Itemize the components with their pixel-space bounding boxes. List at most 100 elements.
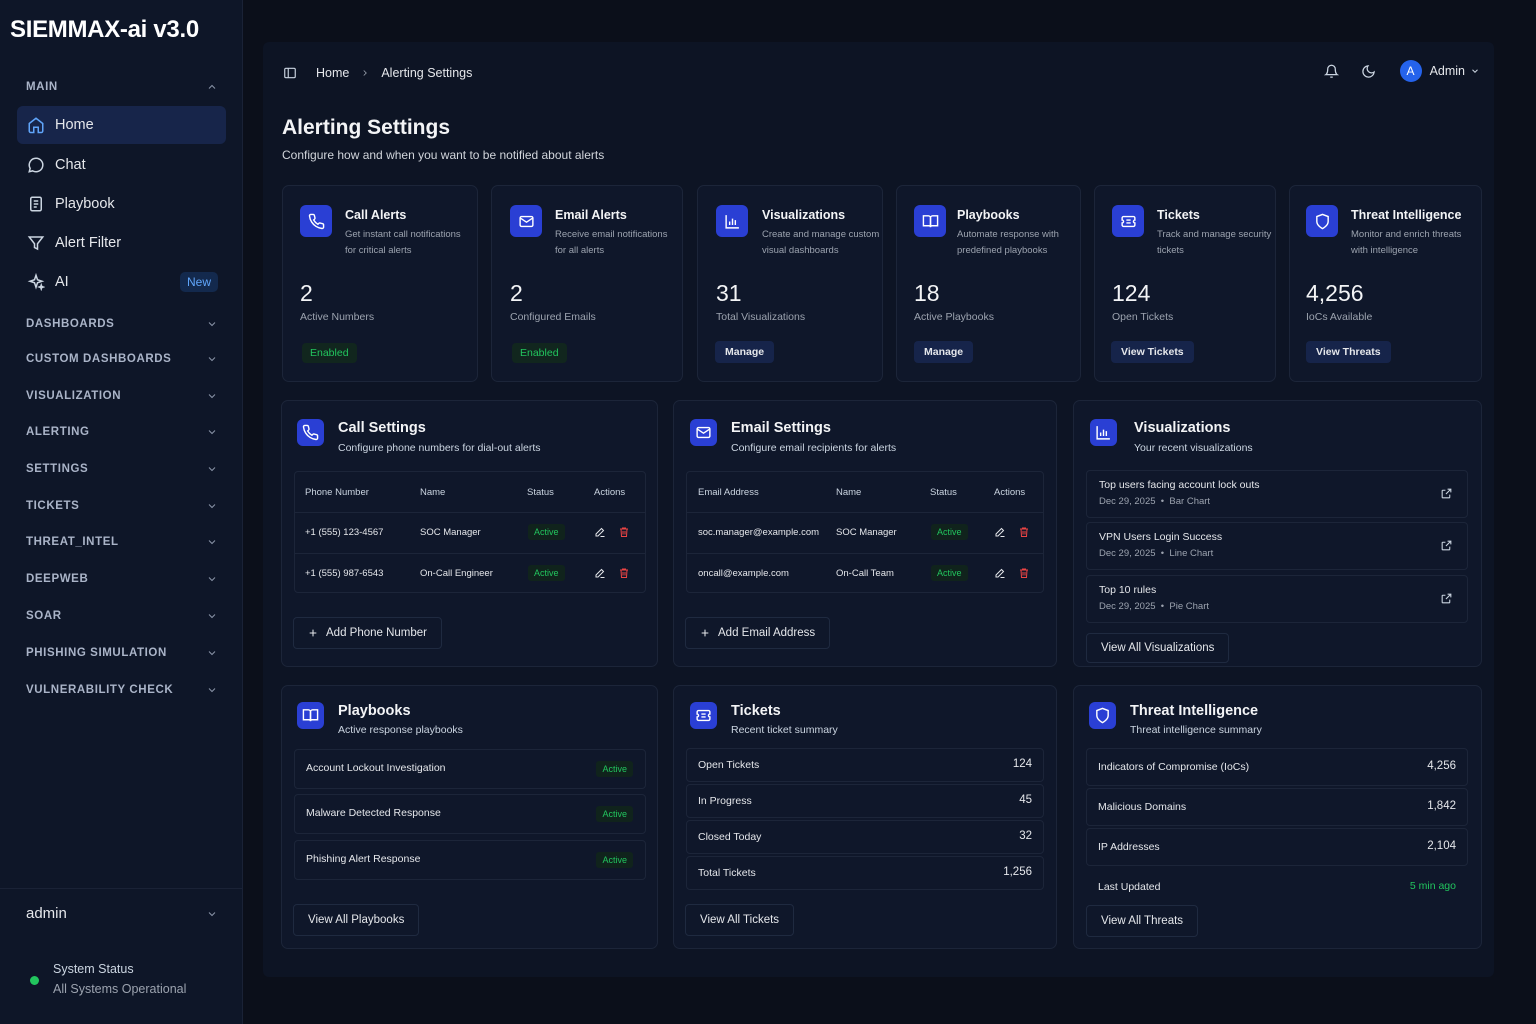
section-vulnerability-check[interactable]: VULNERABILITY CHECK bbox=[26, 680, 218, 700]
trash-icon[interactable] bbox=[1018, 567, 1030, 579]
manage-playbooks-button[interactable]: Manage bbox=[914, 341, 974, 363]
section-phishing-simulation[interactable]: PHISHING SIMULATION bbox=[26, 643, 218, 663]
add-email-address-button[interactable]: Add Email Address bbox=[685, 617, 831, 649]
section-deepweb[interactable]: DEEPWEB bbox=[26, 569, 218, 589]
edit-icon[interactable] bbox=[594, 567, 606, 579]
panel-title: Tickets bbox=[731, 703, 781, 719]
stat-value: 1,842 bbox=[1427, 800, 1456, 812]
sidebar-item-ai[interactable]: AI New bbox=[17, 263, 226, 301]
view-tickets-button[interactable]: View Tickets bbox=[1111, 341, 1194, 363]
user-menu[interactable]: admin bbox=[26, 905, 218, 922]
section-threat-intel[interactable]: THREAT_INTEL bbox=[26, 532, 218, 552]
column-header: Actions bbox=[994, 487, 1026, 498]
stat-label: Configured Emails bbox=[510, 311, 596, 323]
header-user-name[interactable]: Admin bbox=[1430, 64, 1465, 78]
sidebar-item-alert-filter[interactable]: Alert Filter bbox=[17, 224, 226, 262]
view-threats-button[interactable]: View Threats bbox=[1306, 341, 1391, 363]
section-visualization[interactable]: VISUALIZATION bbox=[26, 386, 218, 406]
trash-icon[interactable] bbox=[1018, 526, 1030, 538]
sidebar: SIEMMAX-ai v3.0 MAIN Home Chat Playbook … bbox=[0, 0, 243, 1024]
stat-label: IP Addresses bbox=[1098, 841, 1160, 853]
home-icon bbox=[28, 117, 44, 134]
chevron-down-icon bbox=[208, 540, 216, 545]
trash-icon[interactable] bbox=[618, 567, 630, 579]
section-label: VISUALIZATION bbox=[26, 390, 122, 402]
stat-label: Open Tickets bbox=[1112, 311, 1174, 323]
sidebar-item-chat[interactable]: Chat bbox=[17, 146, 226, 184]
meta-separator: • bbox=[1160, 548, 1165, 559]
section-tickets[interactable]: TICKETS bbox=[26, 496, 218, 516]
view-all-visualizations-button[interactable]: View All Visualizations bbox=[1086, 633, 1230, 663]
view-all-threats-button[interactable]: View All Threats bbox=[1086, 905, 1199, 937]
external-link-icon[interactable] bbox=[1440, 487, 1453, 500]
trash-icon[interactable] bbox=[618, 526, 630, 538]
view-all-playbooks-button[interactable]: View All Playbooks bbox=[293, 904, 420, 936]
row-divider bbox=[295, 512, 645, 513]
visualization-name: Top 10 rules bbox=[1099, 584, 1157, 596]
page-title: Alerting Settings bbox=[282, 116, 451, 139]
ticket-icon bbox=[690, 702, 717, 729]
stat-label: In Progress bbox=[698, 795, 752, 807]
stat-value: 31 bbox=[716, 280, 742, 306]
section-label: DASHBOARDS bbox=[26, 318, 115, 330]
section-alerting[interactable]: ALERTING bbox=[26, 422, 218, 442]
sidebar-toggle-icon[interactable] bbox=[283, 66, 297, 80]
section-settings[interactable]: SETTINGS bbox=[26, 459, 218, 479]
sidebar-item-home[interactable]: Home bbox=[17, 106, 226, 144]
plus-icon bbox=[701, 629, 709, 637]
plus-icon bbox=[309, 629, 317, 637]
playbook-item[interactable]: Account Lockout Investigation Active bbox=[294, 749, 646, 789]
panel-subtitle: Threat intelligence summary bbox=[1130, 724, 1262, 736]
panel-title: Threat Intelligence bbox=[1130, 703, 1259, 719]
breadcrumb: Home Alerting Settings bbox=[283, 66, 472, 80]
bell-icon[interactable] bbox=[1323, 64, 1339, 79]
email-address: soc.manager@example.com bbox=[698, 527, 820, 538]
edit-icon[interactable] bbox=[594, 526, 606, 538]
chevron-up-icon bbox=[208, 84, 216, 89]
visualization-item[interactable]: VPN Users Login Success Dec 29, 2025 • L… bbox=[1086, 522, 1468, 570]
stat-label: Indicators of Compromise (IoCs) bbox=[1098, 761, 1250, 773]
status-text: All Systems Operational bbox=[53, 982, 187, 996]
app-title: SIEMMAX-ai v3.0 bbox=[10, 16, 199, 43]
manage-visualizations-button[interactable]: Manage bbox=[715, 341, 775, 363]
visualization-item[interactable]: Top users facing account lock outs Dec 2… bbox=[1086, 470, 1468, 518]
column-header: Status bbox=[527, 487, 554, 498]
section-label: DEEPWEB bbox=[26, 573, 89, 585]
external-link-icon[interactable] bbox=[1440, 539, 1453, 552]
contact-name: SOC Manager bbox=[420, 527, 481, 538]
chevron-down-icon[interactable] bbox=[1470, 66, 1480, 76]
column-header: Status bbox=[930, 487, 957, 498]
chevron-down-icon bbox=[208, 430, 216, 435]
stat-desc: Monitor and enrich threats with intellig… bbox=[1351, 229, 1462, 256]
shield-icon bbox=[1306, 205, 1338, 237]
visualization-item[interactable]: Top 10 rules Dec 29, 2025 • Pie Chart bbox=[1086, 575, 1468, 623]
section-dashboards[interactable]: DASHBOARDS bbox=[26, 314, 218, 334]
row-divider bbox=[295, 553, 645, 554]
section-main-toggle[interactable]: MAIN bbox=[26, 77, 218, 97]
header-actions: A Admin bbox=[1323, 60, 1480, 82]
edit-icon[interactable] bbox=[994, 567, 1006, 579]
playbook-item[interactable]: Malware Detected Response Active bbox=[294, 794, 646, 834]
stat-label: Active Playbooks bbox=[914, 311, 994, 323]
button-label: Add Email Address bbox=[718, 627, 816, 639]
add-phone-number-button[interactable]: Add Phone Number bbox=[293, 617, 443, 649]
external-link-icon[interactable] bbox=[1440, 592, 1453, 605]
stat-label: Last Updated bbox=[1098, 881, 1161, 893]
edit-icon[interactable] bbox=[994, 526, 1006, 538]
phone-icon bbox=[300, 205, 332, 237]
section-custom-dashboards[interactable]: CUSTOM DASHBOARDS bbox=[26, 349, 218, 369]
view-all-tickets-button[interactable]: View All Tickets bbox=[685, 904, 795, 936]
playbook-item[interactable]: Phishing Alert Response Active bbox=[294, 840, 646, 880]
playbook-name: Malware Detected Response bbox=[306, 807, 441, 819]
moon-icon[interactable] bbox=[1361, 64, 1376, 79]
sidebar-item-playbook[interactable]: Playbook bbox=[17, 185, 226, 223]
section-soar[interactable]: SOAR bbox=[26, 606, 218, 626]
chat-icon bbox=[28, 157, 44, 173]
sidebar-item-label: Alert Filter bbox=[55, 235, 122, 251]
chart-icon bbox=[1090, 419, 1117, 446]
breadcrumb-home[interactable]: Home bbox=[316, 66, 349, 80]
avatar[interactable]: A bbox=[1399, 60, 1422, 82]
page-subtitle: Configure how and when you want to be no… bbox=[282, 148, 605, 162]
threat-stat-row: Last Updated 5 min ago bbox=[1086, 868, 1468, 904]
panel-title: Call Settings bbox=[338, 420, 426, 436]
